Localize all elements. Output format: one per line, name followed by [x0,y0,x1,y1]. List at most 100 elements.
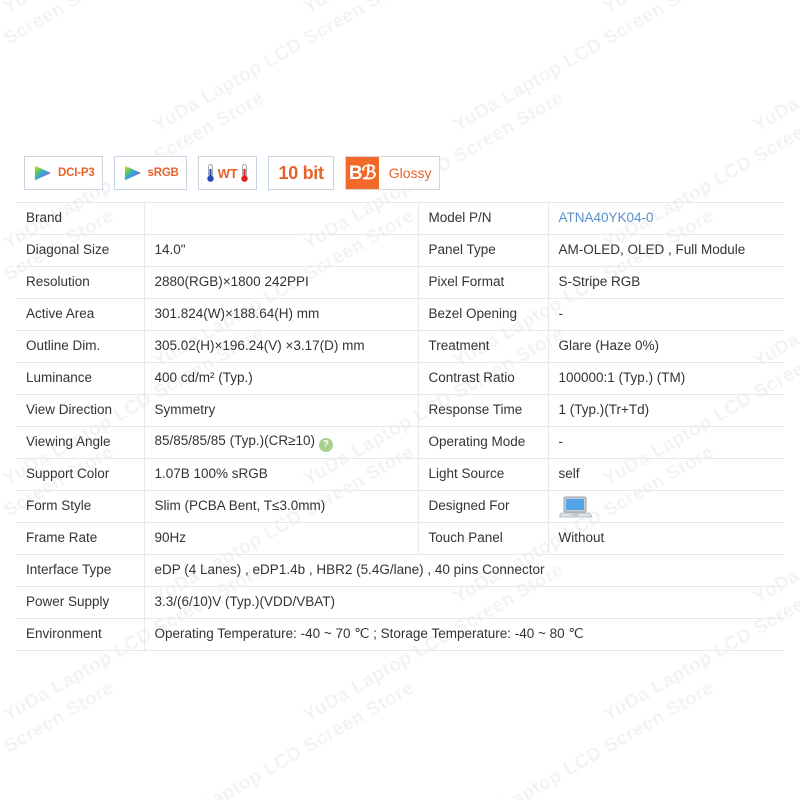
spec-label-bezel-opening: Bezel Opening [418,298,549,331]
spec-row: Brand Model P/N ATNA40YK04-0 [16,202,784,235]
badge-label: Glossy [388,165,432,181]
spec-value-text: 100000:1 (Typ.) (TM) [558,370,686,386]
spec-value-resolution: 2880(RGB)×1800 242PPI [144,266,419,299]
spec-value-text: 305.02(H)×196.24(V) ×3.17(D) mm [154,338,365,354]
spec-label-outline-dim: Outline Dim. [16,330,145,363]
spec-label-luminance: Luminance [16,362,145,395]
spec-value-text: self [558,466,580,482]
spec-label-interface-type: Interface Type [16,554,145,587]
spec-value-text: 1 (Typ.)(Tr+Td) [558,402,650,418]
spec-value-text: S-Stripe RGB [558,274,641,290]
spec-label-environment: Environment [16,618,145,651]
spec-value-text: eDP (4 Lanes) , eDP1.4b , HBR2 (5.4G/lan… [154,562,545,578]
spec-value-text: 1.07B 100% sRGB [154,466,268,482]
spec-label-view-direction: View Direction [16,394,145,427]
spec-label-power-supply: Power Supply [16,586,145,619]
spec-value-frame-rate: 90Hz [144,522,419,555]
thermometer-pair: WT [206,163,250,183]
specification-table: Brand Model P/N ATNA40YK04-0 Diagonal Size 1… [16,202,784,651]
badge-dci-p3[interactable]: DCI-P3 [24,156,103,190]
spec-label-light-source: Light Source [418,458,549,491]
spec-label-touch-panel: Touch Panel [418,522,549,555]
spec-value-text: Without [558,530,605,546]
spec-label-operating-mode: Operating Mode [418,426,549,459]
model-pn-link[interactable]: ATNA40YK04-0 [559,210,654,225]
spec-label-active-area: Active Area [16,298,145,331]
spec-value-panel-type: AM-OLED, OLED , Full Module [548,234,784,267]
help-icon[interactable]: ? [318,438,333,452]
spec-row: Active Area 301.824(W)×188.64(H) mm Bezel … [16,298,784,331]
spec-value-treatment: Glare (Haze 0%) [548,330,784,363]
spec-value-model-p-n: ATNA40YK04-0 [548,202,784,235]
spec-value-operating-mode: - [548,426,784,459]
spec-value-outline-dim: 305.02(H)×196.24(V) ×3.17(D) mm [144,330,419,363]
spec-value-text: Glare (Haze 0%) [558,338,660,354]
spec-row: Interface Type eDP (4 Lanes) , eDP1.4b , … [16,554,784,587]
spec-value-light-source: self [548,458,784,491]
spec-value-pixel-format: S-Stripe RGB [548,266,784,299]
color-gamut-icon [34,165,52,181]
spec-value-text: 90Hz [154,530,187,546]
thermometer-icon [206,164,214,182]
product-spec-page: DCI-P3 sRGB WT 10 bit Bℬ Glossy Brand Model… [0,0,800,800]
spec-value-contrast-ratio: 100000:1 (Typ.) (TM) [548,362,784,395]
spec-value-diagonal-size: 14.0" [144,234,419,267]
spec-row: Diagonal Size 14.0" Panel Type AM-OLED, OLE… [16,234,784,267]
spec-value-power-supply: 3.3/(6/10)V (Typ.)(VDD/VBAT) [144,586,784,619]
spec-row: Frame Rate 90Hz Touch Panel Without [16,522,784,555]
spec-row: Power Supply 3.3/(6/10)V (Typ.)(VDD/VBAT) [16,586,784,619]
badge-label: sRGB [147,167,179,179]
spec-value-environment: Operating Temperature: -40 ~ 70 ℃ ; Stor… [144,618,784,651]
spec-value-bezel-opening: - [548,298,784,331]
spec-label-form-style: Form Style [16,490,145,523]
badge-label: WT [217,165,238,181]
spec-value-text: 85/85/85/85 (Typ.)(CR≥10) [154,433,315,448]
spec-value-text: Slim (PCBA Bent, T≤3.0mm) [154,498,326,514]
badge-label: 10 bit [278,162,324,183]
spec-value-text: - [558,306,564,322]
badge-srgb[interactable]: sRGB [113,156,187,190]
spec-label-contrast-ratio: Contrast Ratio [418,362,549,395]
spec-row: Form Style Slim (PCBA Bent, T≤3.0mm) Desig… [16,490,784,523]
spec-row: Resolution 2880(RGB)×1800 242PPI Pixel For… [16,266,784,299]
spec-label-pixel-format: Pixel Format [418,266,549,299]
spec-value-text: 400 cd/m² (Typ.) [154,370,253,386]
spec-row: Viewing Angle 85/85/85/85 (Typ.)(CR≥10)? O… [16,426,784,459]
spec-value-interface-type: eDP (4 Lanes) , eDP1.4b , HBR2 (5.4G/lan… [144,554,784,587]
color-gamut-icon [124,165,141,181]
spec-label-resolution: Resolution [16,266,145,299]
spec-value-text: Operating Temperature: -40 ~ 70 ℃ ; Stor… [154,626,584,642]
spec-value-form-style: Slim (PCBA Bent, T≤3.0mm) [144,490,419,523]
spec-value-text: 14.0" [154,242,186,258]
spec-value-text: 3.3/(6/10)V (Typ.)(VDD/VBAT) [154,594,336,610]
spec-value-text: 2880(RGB)×1800 242PPI [154,274,309,290]
spec-row: Luminance 400 cd/m² (Typ.) Contrast Ratio 1… [16,362,784,395]
spec-value-text: 301.824(W)×188.64(H) mm [154,306,320,322]
spec-row: Outline Dim. 305.02(H)×196.24(V) ×3.17(D)… [16,330,784,363]
spec-value-touch-panel: Without [548,522,784,555]
spec-value-text: AM-OLED, OLED , Full Module [558,242,746,258]
badge-ten-bit[interactable]: 10 bit [268,156,334,190]
spec-value-luminance: 400 cd/m² (Typ.) [144,362,419,395]
feature-badge-strip: DCI-P3 sRGB WT 10 bit Bℬ Glossy [24,156,440,190]
laptop-icon [558,496,593,517]
spec-row: Environment Operating Temperature: -40 ~ … [16,618,784,651]
spec-label-frame-rate: Frame Rate [16,522,145,555]
badge-wt[interactable]: WT [197,156,258,190]
spec-value-text: Symmetry [154,402,216,418]
badge-glossy[interactable]: Bℬ Glossy [344,156,440,190]
spec-label-designed-for: Designed For [418,490,549,523]
spec-value-response-time: 1 (Typ.)(Tr+Td) [548,394,784,427]
spec-label-viewing-angle: Viewing Angle [16,426,145,459]
spec-label-response-time: Response Time [418,394,549,427]
spec-value-support-color: 1.07B 100% sRGB [144,458,419,491]
spec-label-model-p-n: Model P/N [418,202,549,235]
spec-value-designed-for [548,490,784,523]
spec-row: Support Color 1.07B 100% sRGB Light Source… [16,458,784,491]
spec-value-active-area: 301.824(W)×188.64(H) mm [144,298,419,331]
spec-value-viewing-angle: 85/85/85/85 (Typ.)(CR≥10)? [144,426,419,459]
spec-value-brand [144,202,419,235]
spec-row: View Direction Symmetry Response Time 1 (Ty… [16,394,784,427]
spec-label-panel-type: Panel Type [418,234,549,267]
badge-label: DCI-P3 [58,167,95,179]
